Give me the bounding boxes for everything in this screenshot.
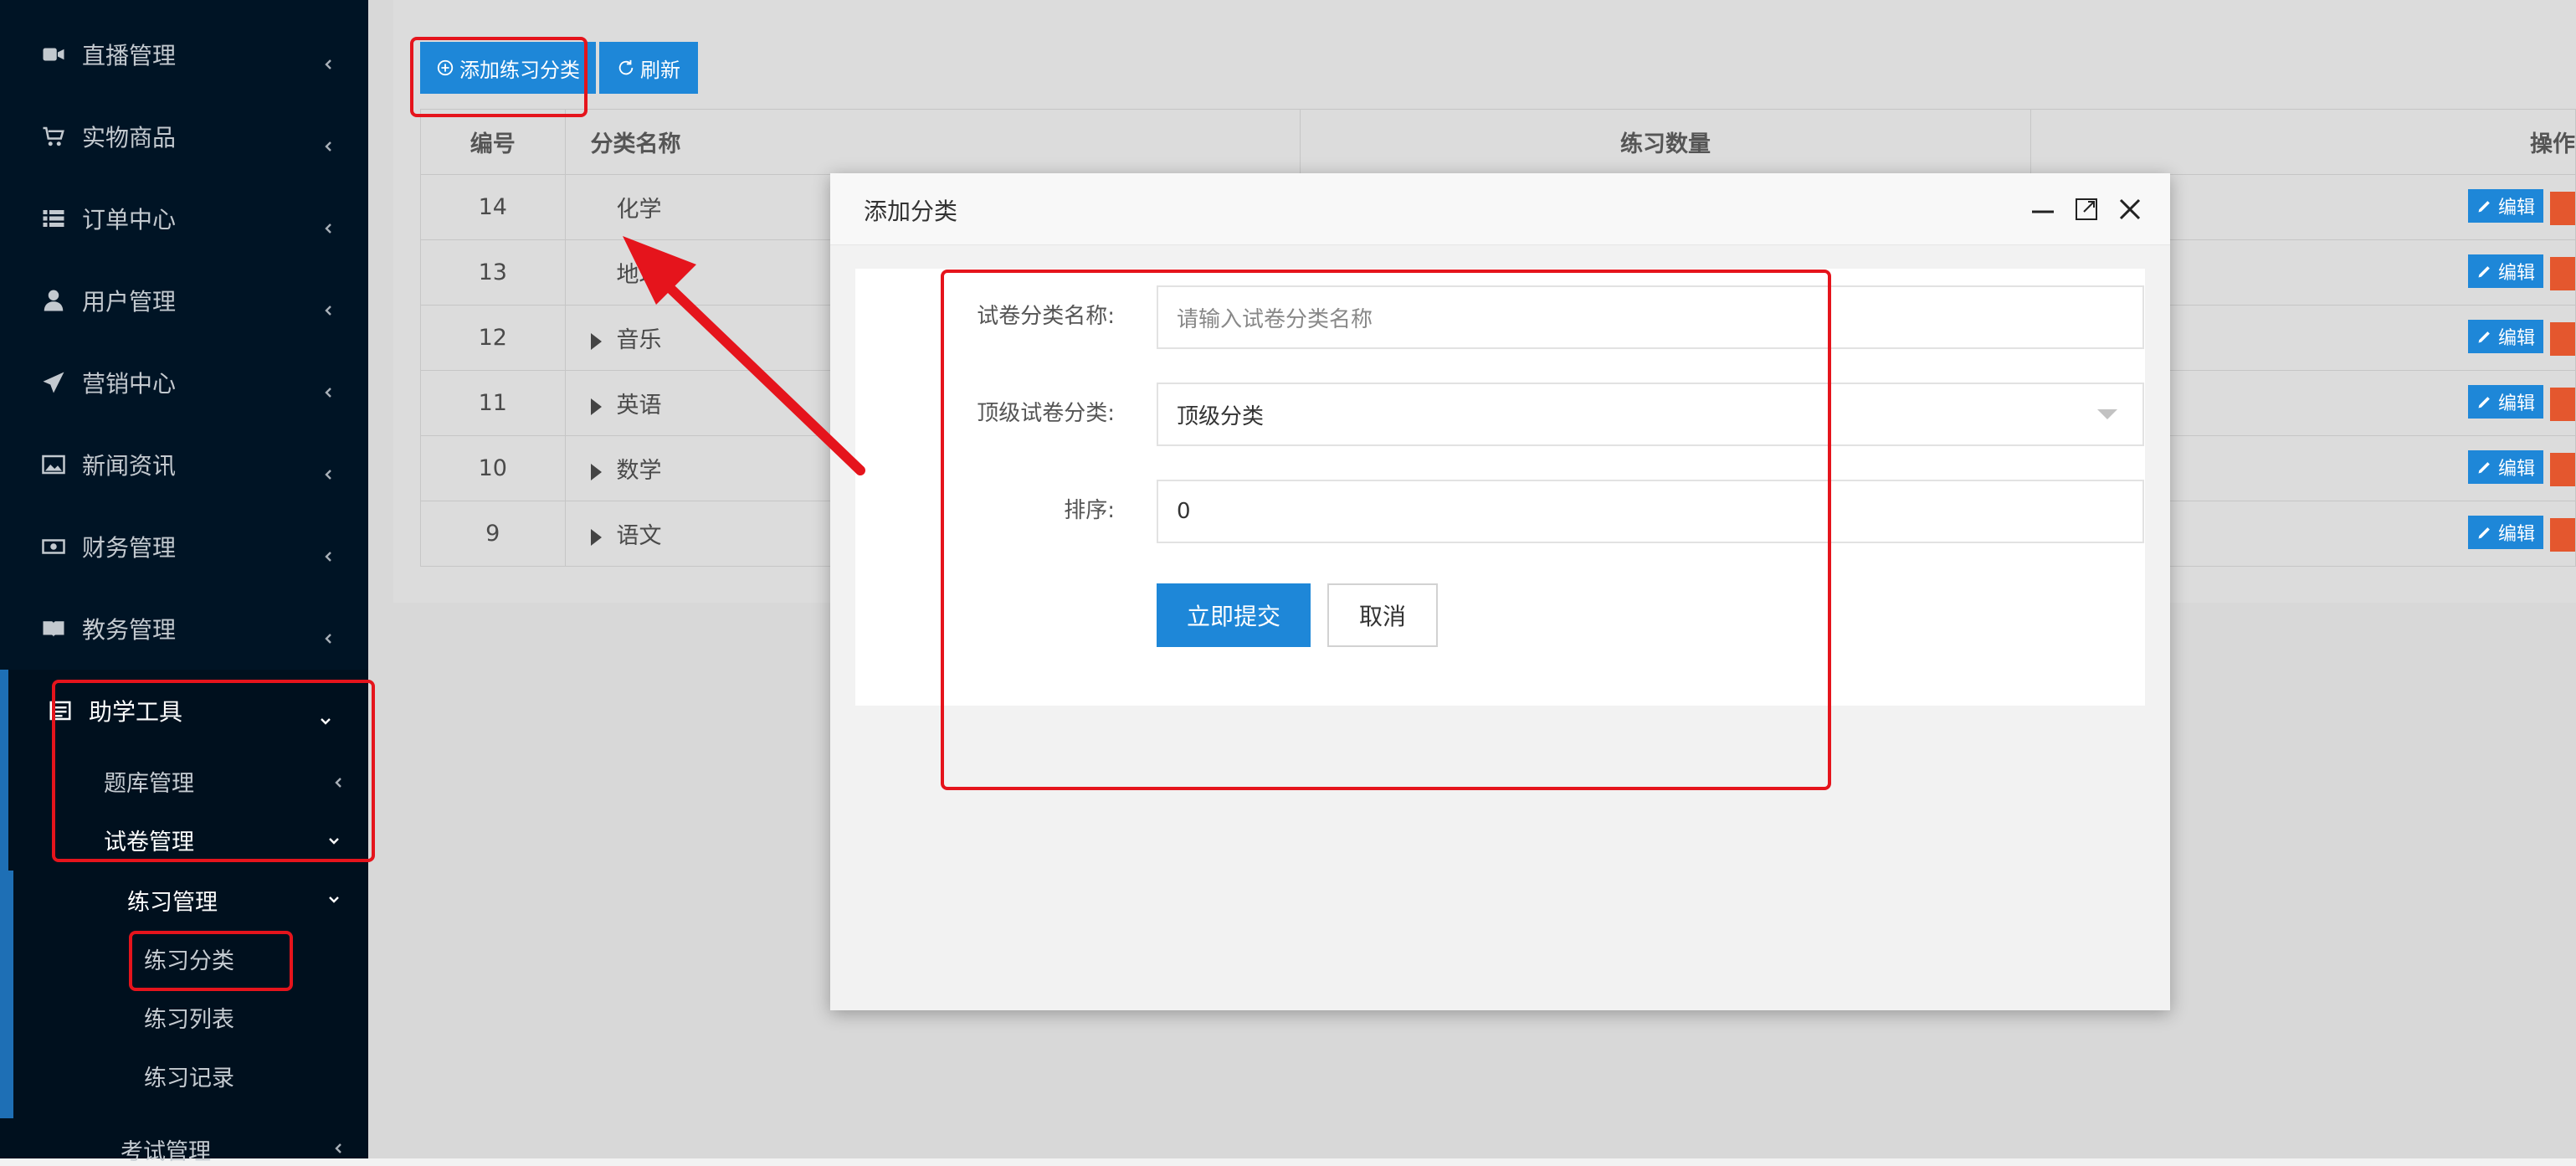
edit-button[interactable]: 编辑 [2467, 254, 2543, 289]
annotation-box [52, 680, 375, 862]
chevron-left-icon [323, 49, 335, 69]
column-header-id: 编号 [420, 109, 566, 175]
nav-item-marketing[interactable]: 营销中心 [0, 342, 368, 424]
column-header-op: 操作 [2029, 109, 2576, 175]
nav-item-exam-manage[interactable]: 考试管理 [121, 1133, 211, 1166]
chevron-down-icon [328, 892, 340, 904]
nav-item-finance[interactable]: 财务管理 [0, 506, 368, 588]
nav-label: 订单中心 [82, 206, 177, 234]
expand-triangle-icon[interactable] [590, 398, 602, 415]
delete-button[interactable] [2550, 256, 2575, 290]
money-icon [40, 533, 67, 560]
row-id: 9 [420, 501, 566, 567]
nav-item-academic[interactable]: 教务管理 [0, 588, 368, 670]
chevron-left-icon [323, 377, 335, 398]
delete-button[interactable] [2550, 321, 2575, 356]
modal-header: 添加分类 [830, 173, 2170, 245]
nav-item-practice-record[interactable]: 练习记录 [144, 1060, 234, 1092]
expand-triangle-icon[interactable] [590, 332, 602, 350]
nav-label: 财务管理 [82, 534, 177, 562]
annotation-box [410, 37, 588, 117]
user-icon [40, 287, 67, 314]
edit-button[interactable]: 编辑 [2467, 516, 2543, 550]
chevron-left-icon [323, 213, 335, 234]
nav-item-live[interactable]: 直播管理 [0, 13, 368, 95]
table-header-row: 编号 分类名称 练习数量 操作 [420, 109, 2576, 175]
row-id: 14 [420, 174, 566, 240]
submenu-accent [0, 871, 13, 1118]
nav-item-goods[interactable]: 实物商品 [0, 95, 368, 177]
minimize-icon[interactable] [2029, 195, 2057, 223]
row-id: 13 [420, 239, 566, 306]
expand-triangle-icon[interactable] [590, 463, 602, 480]
edit-button[interactable]: 编辑 [2467, 385, 2543, 419]
modal-title: 添加分类 [864, 198, 958, 225]
pencil-icon [2478, 331, 2490, 343]
nav-label: 营销中心 [82, 370, 177, 398]
refresh-icon [618, 59, 634, 75]
nav-item-orders[interactable]: 订单中心 [0, 177, 368, 259]
pencil-icon [2478, 527, 2490, 539]
delete-button[interactable] [2550, 191, 2575, 225]
chevron-left-icon [323, 459, 335, 480]
nav-label: 教务管理 [82, 616, 177, 644]
chevron-left-icon [323, 541, 335, 562]
edit-button[interactable]: 编辑 [2467, 189, 2543, 223]
delete-button[interactable] [2550, 387, 2575, 421]
edit-button[interactable]: 编辑 [2467, 320, 2543, 354]
pencil-icon [2478, 201, 2490, 213]
expand-triangle-icon[interactable] [590, 528, 602, 546]
video-icon [40, 41, 67, 68]
pencil-icon [2478, 462, 2490, 474]
cart-icon [40, 123, 67, 150]
nav-label: 直播管理 [82, 42, 177, 69]
nav-label: 新闻资讯 [82, 452, 177, 480]
nav-item-users[interactable]: 用户管理 [0, 259, 368, 342]
pencil-icon [2478, 266, 2490, 278]
nav-item-news[interactable]: 新闻资讯 [0, 424, 368, 506]
nav-label: 实物商品 [82, 124, 177, 152]
list-icon [40, 205, 67, 232]
annotation-box [129, 931, 293, 991]
image-icon [40, 451, 67, 478]
button-label: 刷新 [640, 58, 680, 82]
book-icon [40, 615, 67, 642]
column-header-name: 分类名称 [564, 109, 1301, 175]
nav-label: 用户管理 [82, 288, 177, 316]
chevron-left-icon [323, 623, 335, 644]
close-icon[interactable] [2116, 195, 2144, 223]
nav-item-practice-manage[interactable]: 练习管理 [127, 884, 218, 917]
refresh-button[interactable]: 刷新 [599, 42, 698, 94]
row-id: 12 [420, 305, 566, 371]
column-header-count: 练习数量 [1300, 109, 2031, 175]
chevron-left-icon [333, 1142, 345, 1153]
maximize-icon[interactable] [2072, 195, 2101, 223]
chevron-left-icon [323, 295, 335, 316]
chevron-left-icon [323, 131, 335, 152]
annotation-box [941, 270, 1831, 790]
row-id: 10 [420, 435, 566, 501]
delete-button[interactable] [2550, 517, 2575, 552]
paper-plane-icon [40, 369, 67, 396]
edit-button[interactable]: 编辑 [2467, 450, 2543, 485]
delete-button[interactable] [2550, 452, 2575, 486]
caret-down-icon [2097, 409, 2117, 419]
nav-item-practice-list[interactable]: 练习列表 [144, 1001, 234, 1034]
pencil-icon [2478, 397, 2490, 408]
row-id: 11 [420, 370, 566, 436]
